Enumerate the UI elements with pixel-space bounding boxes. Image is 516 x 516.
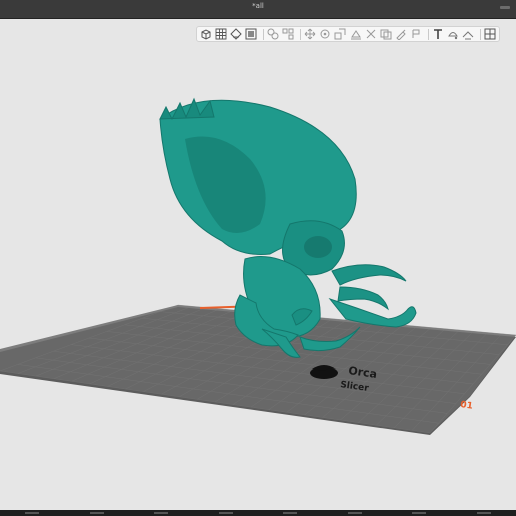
seam-paint-icon — [412, 29, 420, 38]
move-icon — [304, 28, 316, 40]
add-cube-icon — [201, 29, 211, 40]
color-paint-button[interactable] — [447, 27, 460, 41]
status-item[interactable] — [89, 512, 104, 514]
assembly-button[interactable] — [484, 27, 497, 41]
split-objects-button[interactable] — [266, 27, 279, 41]
measure-icon — [463, 31, 474, 40]
rotate-icon — [320, 29, 330, 39]
status-bar — [0, 510, 516, 516]
scene-canvas[interactable]: 01 Orca Slicer — [0, 19, 516, 510]
cut-button[interactable] — [364, 27, 377, 41]
arrange-button[interactable] — [214, 27, 227, 41]
orient-icon — [230, 28, 242, 40]
text-icon — [434, 29, 443, 39]
bed-plate-number: 01 — [460, 400, 474, 412]
rotate-button[interactable] — [319, 27, 332, 41]
orient-button[interactable] — [229, 27, 242, 41]
3d-viewport[interactable]: 01 Orca Slicer — [0, 19, 516, 510]
seam-paint-button[interactable] — [410, 27, 423, 41]
window-title: *all — [252, 2, 264, 10]
measure-button[interactable] — [462, 27, 475, 41]
scale-button[interactable] — [334, 27, 347, 41]
lay-on-face-button[interactable] — [349, 27, 362, 41]
toolbar-separator — [262, 28, 264, 40]
status-item[interactable] — [283, 512, 298, 514]
status-item[interactable] — [347, 512, 362, 514]
status-item[interactable] — [218, 512, 233, 514]
layers-button[interactable] — [244, 27, 257, 41]
status-bar-items — [0, 510, 516, 516]
toolbar-separator — [479, 28, 481, 40]
status-item[interactable] — [154, 512, 169, 514]
mesh-boolean-icon — [380, 29, 392, 40]
support-paint-icon — [396, 29, 406, 40]
support-paint-button[interactable] — [394, 27, 407, 41]
assembly-icon — [484, 28, 496, 40]
mesh-boolean-button[interactable] — [379, 27, 392, 41]
toolbar-separator — [427, 28, 429, 40]
lay-on-face-icon — [350, 30, 361, 40]
status-item[interactable] — [25, 512, 40, 514]
split-parts-button[interactable] — [282, 27, 295, 41]
status-item[interactable] — [412, 512, 427, 514]
window-control[interactable] — [500, 6, 510, 9]
status-item[interactable] — [476, 512, 491, 514]
cut-icon — [366, 29, 376, 39]
view-toolbar — [196, 26, 500, 42]
color-paint-icon — [448, 32, 459, 40]
text-button[interactable] — [432, 27, 445, 41]
split-parts-icon — [282, 28, 294, 40]
app-window: *all 01 Orca Slicer — [0, 0, 516, 516]
scale-icon — [334, 28, 346, 40]
split-objects-icon — [267, 28, 279, 40]
layers-icon — [245, 28, 257, 40]
move-button[interactable] — [304, 27, 317, 41]
arrange-icon — [215, 28, 227, 40]
title-bar: *all — [0, 0, 516, 19]
add-cube-button[interactable] — [199, 27, 212, 41]
toolbar-separator — [299, 28, 301, 40]
